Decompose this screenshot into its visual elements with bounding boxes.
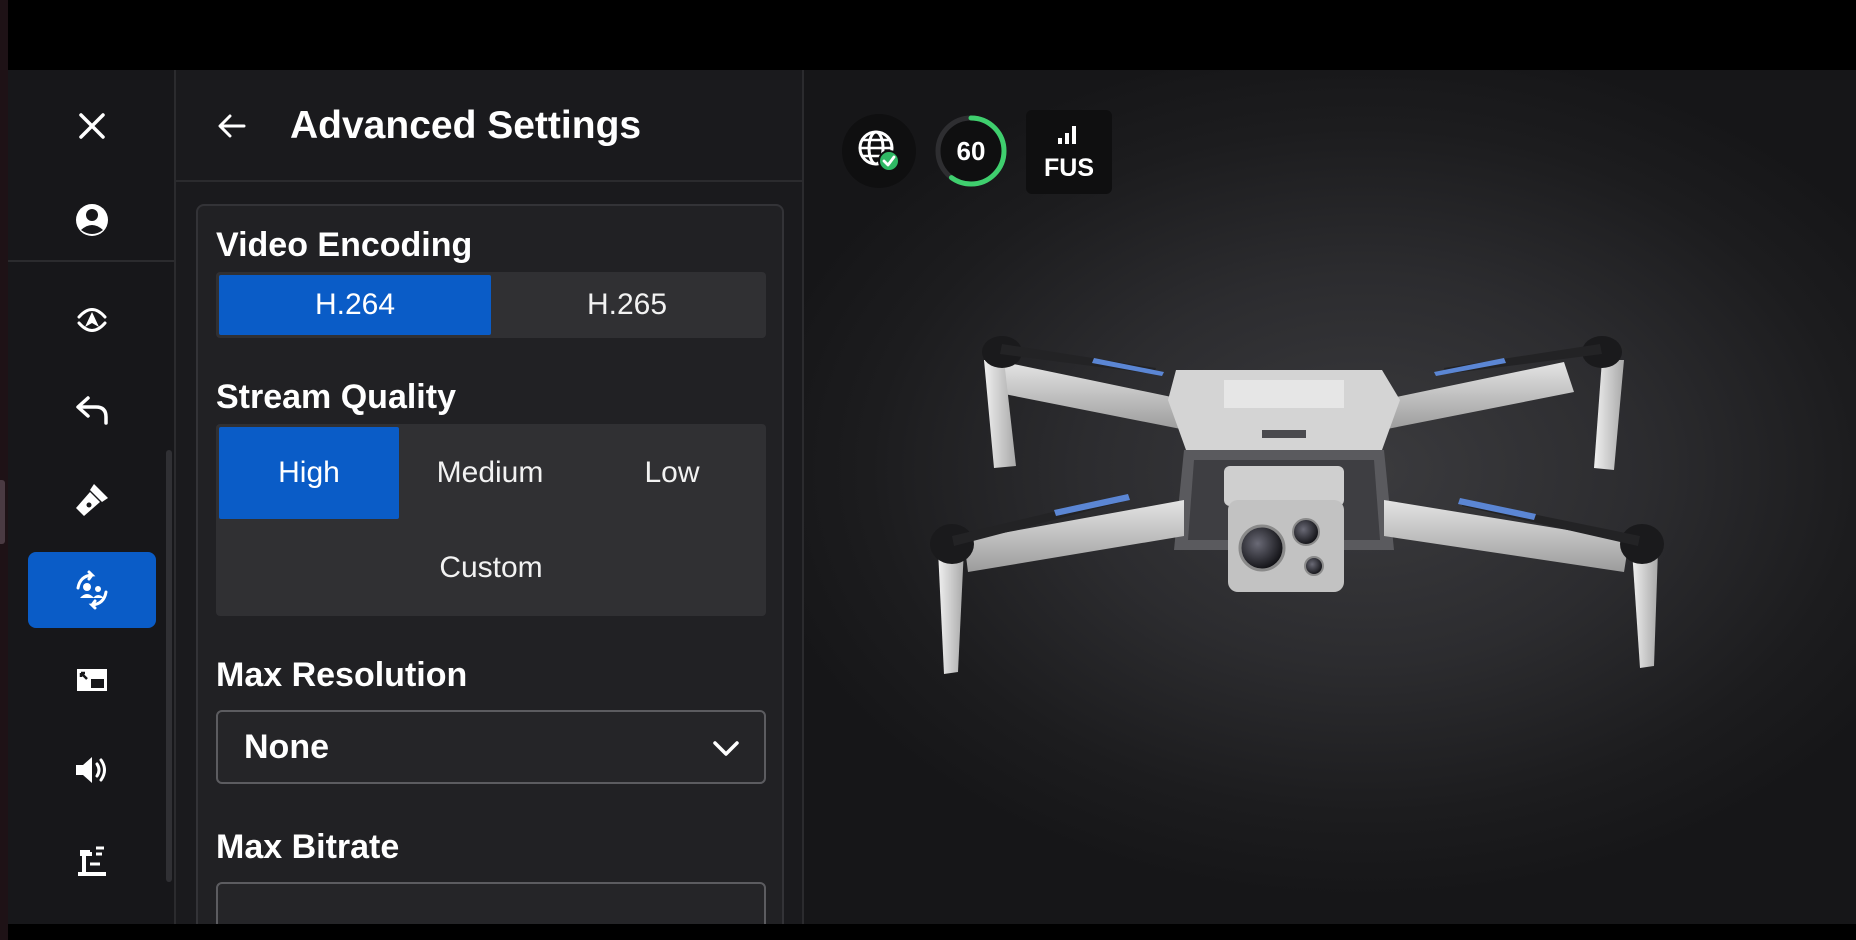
account-icon bbox=[76, 204, 108, 236]
globe-connected-icon bbox=[858, 130, 900, 172]
quality-option-high[interactable]: High bbox=[219, 427, 399, 519]
chevron-down-icon bbox=[713, 741, 739, 756]
battery-indicator[interactable]: 60 bbox=[932, 112, 1010, 190]
takeoff-icon bbox=[77, 308, 107, 332]
connection-status[interactable] bbox=[842, 114, 916, 188]
takeoff-button[interactable] bbox=[28, 282, 156, 358]
return-icon bbox=[76, 396, 108, 425]
stream-quality-toggle: High Medium Low Custom bbox=[216, 424, 766, 616]
top-bar bbox=[8, 0, 1856, 70]
back-arrow-icon bbox=[218, 114, 246, 138]
drone-image bbox=[930, 336, 1664, 674]
max-bitrate-dropdown[interactable] bbox=[216, 882, 766, 924]
quality-option-custom[interactable]: Custom bbox=[219, 522, 763, 614]
max-resolution-label: Max Resolution bbox=[216, 656, 468, 694]
picture-in-picture-button[interactable] bbox=[28, 642, 156, 718]
close-icon bbox=[79, 113, 105, 139]
signal-bars-icon bbox=[1058, 126, 1076, 144]
encoding-option-h265[interactable]: H.265 bbox=[491, 275, 763, 335]
return-home-button[interactable] bbox=[28, 372, 156, 448]
volume-icon bbox=[76, 757, 106, 783]
signal-indicator[interactable]: FUS bbox=[1026, 110, 1112, 194]
stream-quality-label: Stream Quality bbox=[216, 378, 456, 416]
panel-header: Advanced Settings bbox=[176, 70, 802, 182]
window-edge bbox=[0, 0, 8, 940]
video-encoding-toggle: H.264 H.265 bbox=[216, 272, 766, 338]
tracking-button[interactable] bbox=[28, 552, 156, 628]
close-button[interactable] bbox=[28, 88, 156, 164]
rail-scrollbar[interactable] bbox=[166, 450, 172, 882]
flashlight-icon bbox=[76, 484, 108, 516]
picture-in-picture-icon bbox=[77, 669, 107, 691]
max-resolution-value: None bbox=[244, 728, 329, 766]
attachment-button[interactable] bbox=[28, 822, 156, 898]
drone-viewer: 60 FUS bbox=[804, 70, 1856, 924]
flashlight-button[interactable] bbox=[28, 462, 156, 538]
settings-card: Video Encoding H.264 H.265 Stream Qualit… bbox=[196, 204, 784, 924]
max-resolution-dropdown[interactable]: None bbox=[216, 710, 766, 784]
rail-divider bbox=[8, 260, 174, 262]
quality-option-medium[interactable]: Medium bbox=[399, 427, 581, 519]
back-button[interactable] bbox=[210, 104, 254, 148]
signal-label: FUS bbox=[1044, 154, 1094, 182]
volume-button[interactable] bbox=[28, 732, 156, 808]
encoding-option-h264[interactable]: H.264 bbox=[219, 275, 491, 335]
edge-handle[interactable] bbox=[0, 480, 5, 544]
video-encoding-label: Video Encoding bbox=[216, 226, 473, 264]
attachment-icon bbox=[78, 846, 106, 876]
page-title: Advanced Settings bbox=[290, 104, 642, 147]
tracking-icon bbox=[76, 570, 108, 610]
quality-option-low[interactable]: Low bbox=[581, 427, 763, 519]
account-button[interactable] bbox=[28, 182, 156, 258]
battery-percent: 60 bbox=[956, 135, 986, 166]
bottom-bar bbox=[8, 924, 1856, 940]
max-bitrate-label: Max Bitrate bbox=[216, 828, 400, 866]
settings-panel: Advanced Settings Video Encoding H.264 H… bbox=[176, 70, 804, 924]
icon-rail bbox=[8, 70, 176, 924]
